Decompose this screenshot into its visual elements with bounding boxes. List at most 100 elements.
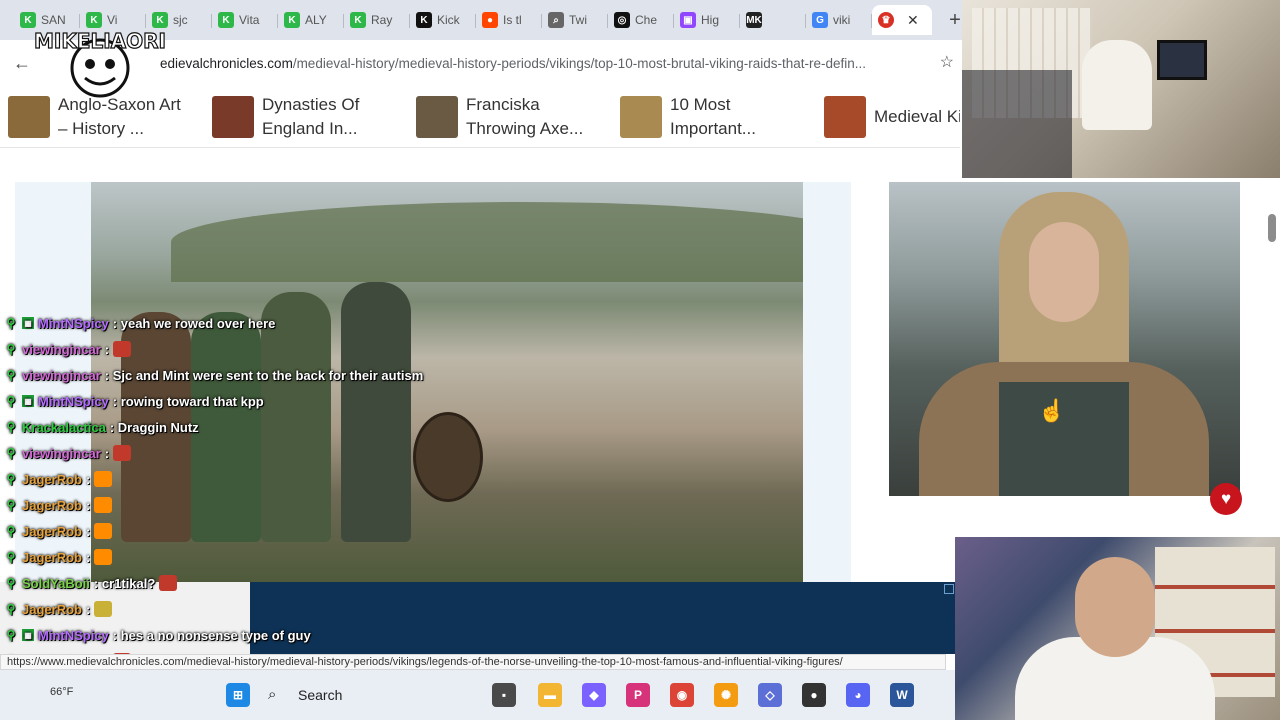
chat-emote-icon (113, 341, 132, 357)
tab-favicon-icon: G (812, 12, 828, 28)
chat-emote-icon (94, 471, 113, 487)
url-field[interactable]: edievalchronicles.com/medieval-history/m… (160, 56, 920, 71)
ad-choices-icon[interactable] (944, 584, 954, 594)
back-arrow-icon: ← (13, 52, 31, 73)
browser-tab[interactable]: ◎ Che (608, 5, 674, 35)
browser-tab[interactable]: K ALY (278, 5, 344, 35)
chat-text: : hes a no nonsense type of guy (112, 627, 311, 643)
sun-taskbar-icon[interactable]: ✺ (714, 683, 738, 707)
chat-emote-icon (94, 549, 113, 565)
obs-taskbar-icon[interactable]: ● (802, 683, 826, 707)
app-taskbar-icon[interactable]: ◇ (758, 683, 782, 707)
related-article-thumbnail (620, 95, 662, 138)
picsart-taskbar-icon[interactable]: P (626, 683, 650, 707)
tab-favicon-icon: K (350, 12, 366, 28)
tab-title: Vita (239, 13, 260, 27)
sword-badge-icon: ⚲ (6, 316, 16, 330)
browser-tab[interactable]: K Vita (212, 5, 278, 35)
copilot-taskbar-icon[interactable]: ◆ (582, 683, 606, 707)
sword-badge-icon: ⚲ (6, 394, 16, 408)
chat-message: ⚲ ▦ MintNSpicy: hes a no nonsense type of … (0, 622, 560, 648)
explorer-taskbar-icon[interactable]: ▬ (538, 683, 562, 707)
browser-tab[interactable]: Gviki (806, 5, 872, 35)
chat-username: MintNSpicy (38, 627, 109, 643)
portrait-face (1029, 222, 1099, 322)
crown-favicon-icon: ♛ (878, 12, 894, 28)
related-article-title: Franciska Throwing Axe... (466, 94, 584, 138)
chat-username: viewingincar (22, 445, 101, 461)
chat-text: : (85, 471, 91, 487)
bookmark-star-icon[interactable]: ☆ (940, 52, 954, 72)
chat-text: : (85, 523, 91, 539)
favorite-heart-icon[interactable]: ♥ (1210, 483, 1242, 515)
discord-taskbar-icon[interactable]: ◕ (846, 683, 870, 707)
tab-favicon-icon: K (284, 12, 300, 28)
tab-title: Twi (569, 13, 587, 27)
related-article-link[interactable]: Dynasties Of England In... (212, 93, 392, 141)
chat-message: ⚲ JagerRob: (0, 492, 560, 518)
chat-message: ⚲ JagerRob: (0, 544, 560, 570)
sub-badge-icon: ▦ (22, 629, 34, 641)
chat-emote-icon (113, 445, 132, 461)
related-article-link[interactable]: 10 Most Important... (620, 93, 800, 141)
browser-tab[interactable]: K Ray (344, 5, 410, 35)
chrome-taskbar-icon[interactable]: ◉ (670, 683, 694, 707)
chat-message: ⚲ ▦ MintNSpicy: rowing toward that kpp (0, 388, 560, 414)
webcam-face-view (955, 537, 1280, 720)
streamer-figure (1082, 40, 1152, 130)
chat-message: ⚲ viewingincar: (0, 440, 560, 466)
browser-tab[interactable]: ⌕ Twi (542, 5, 608, 35)
related-article-link[interactable]: Franciska Throwing Axe... (416, 93, 596, 141)
tab-title: viki (833, 13, 851, 27)
tab-favicon-icon: ● (482, 12, 498, 28)
sword-badge-icon: ⚲ (6, 446, 16, 460)
tab-favicon-icon: ◎ (614, 12, 630, 28)
taskbar: 66°F ⌕ Search ⊞ ▪ ▬ ◆ P ◉ ✺ ◇ ● ◕ W (0, 670, 960, 720)
link-status-url: https://www.medievalchronicles.com/medie… (0, 654, 946, 670)
taskbar-search[interactable]: ⌕ Search (268, 682, 388, 708)
browser-tab[interactable]: ▣ Hig (674, 5, 740, 35)
chat-message: ⚲ viewingincar: Sjc and Mint were sent to… (0, 362, 560, 388)
chat-username: MintNSpicy (38, 315, 109, 331)
chat-text: : Sjc and Mint were sent to the back for… (104, 367, 424, 383)
related-article-link[interactable]: Medieval Kings... (824, 95, 960, 138)
browser-tab[interactable]: ● Is tl (476, 5, 542, 35)
chat-username: JagerRob (22, 497, 82, 513)
browser-tab[interactable]: MK (740, 5, 806, 35)
viking-portrait-image[interactable] (889, 182, 1240, 496)
close-tab-icon[interactable]: ✕ (907, 12, 919, 29)
chat-username: viewingincar (22, 341, 101, 357)
related-article-thumbnail (416, 95, 458, 138)
webcam-chat-monitor (962, 70, 1072, 178)
search-icon: ⌕ (268, 686, 277, 703)
taskbar-search-label: Search (298, 687, 343, 703)
chat-message: ⚲ viewingincar: (0, 336, 560, 362)
chat-text: : (104, 341, 110, 357)
sword-badge-icon: ⚲ (6, 550, 16, 564)
chat-username: viewingincar (22, 367, 101, 383)
page-scrollbar[interactable] (1268, 214, 1276, 242)
chat-text: : yeah we rowed over here (112, 315, 276, 331)
chat-text: : cr1tikal? (93, 575, 156, 591)
url-path: /medieval-history/medieval-history-perio… (292, 55, 867, 71)
sword-badge-icon: ⚲ (6, 576, 16, 590)
hand-cursor-icon: ☝ (1038, 398, 1066, 423)
tab-title: Ray (371, 13, 393, 27)
weather-temp: 66°F (50, 686, 74, 698)
webcam-room-view (962, 0, 1280, 178)
tab-favicon-icon: ▣ (680, 12, 696, 28)
related-article-title: Dynasties Of England In... (262, 94, 360, 138)
word-taskbar-icon[interactable]: W (890, 683, 914, 707)
active-tab[interactable]: ♛ ✕ (872, 5, 932, 35)
tab-title: Che (635, 13, 658, 27)
files-taskbar-icon[interactable]: ▪ (492, 683, 516, 707)
browser-tab[interactable]: K Kick (410, 5, 476, 35)
sword-badge-icon: ⚲ (6, 602, 16, 616)
tab-favicon-icon: K (416, 12, 432, 28)
monitor (1157, 40, 1207, 80)
tab-title: Kick (437, 13, 460, 27)
sword-badge-icon: ⚲ (6, 524, 16, 538)
start-taskbar-icon[interactable]: ⊞ (226, 683, 250, 707)
chat-username: Krackalactica (22, 419, 106, 435)
chat-text: : (85, 549, 91, 565)
